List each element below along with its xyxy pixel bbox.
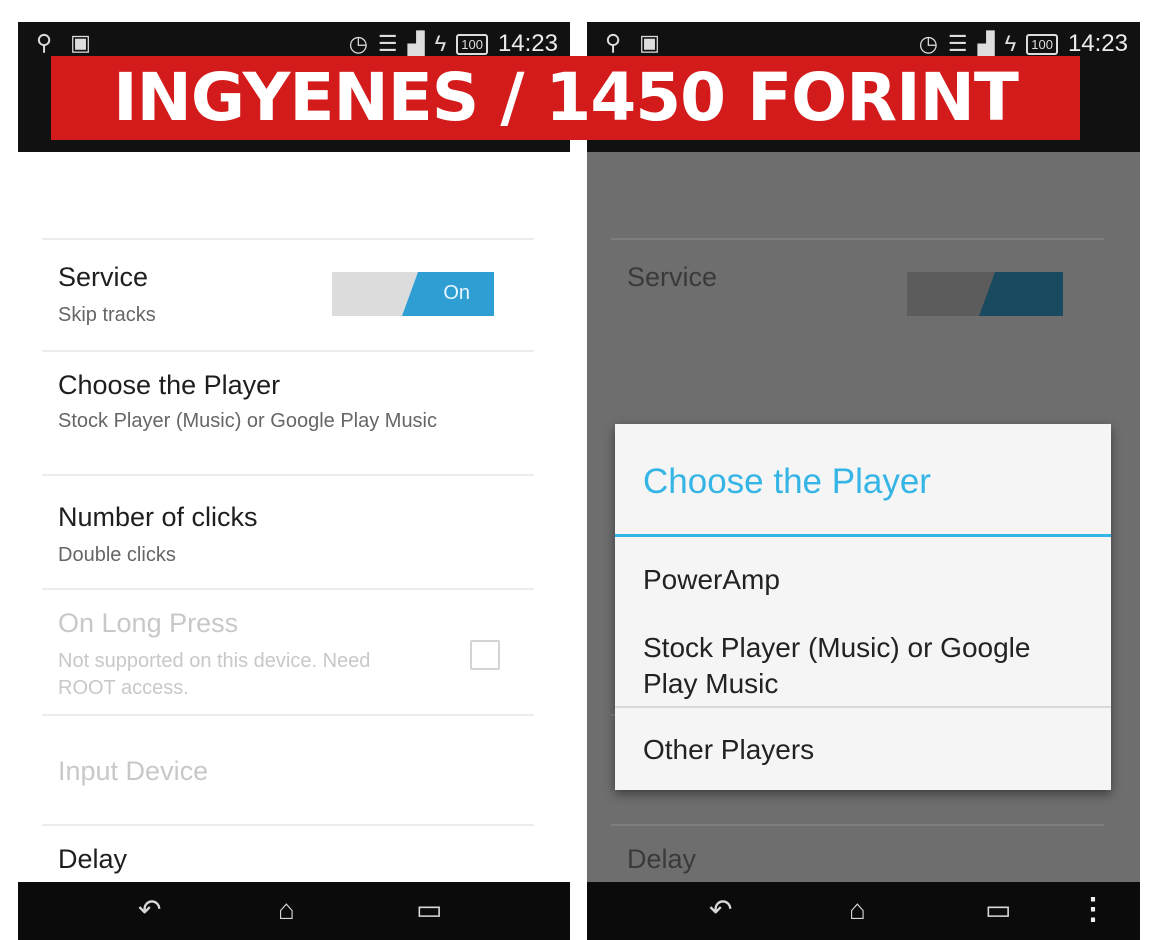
dialog-divider	[615, 706, 1111, 708]
dialog-option-poweramp[interactable]: PowerAmp	[643, 562, 1091, 598]
choose-player-dialog: Choose the Player PowerAmp Stock Player …	[615, 424, 1111, 790]
wifi-icon: ☰	[947, 31, 968, 56]
clock: 14:23	[497, 30, 558, 57]
long-press-title[interactable]: On Long Press	[58, 608, 238, 639]
number-of-clicks-title[interactable]: Number of clicks	[58, 502, 258, 533]
divider	[42, 238, 534, 240]
dialog-option-other-players[interactable]: Other Players	[643, 732, 1091, 768]
divider	[611, 238, 1104, 240]
back-icon[interactable]: ↶	[709, 895, 732, 925]
image-notification-icon: ▣	[639, 30, 660, 55]
divider	[42, 714, 534, 716]
long-press-checkbox[interactable]	[470, 640, 500, 670]
dialog-title-divider	[615, 534, 1111, 537]
divider	[42, 588, 534, 590]
navigation-bar: ↶ ⌂ ▭ ⋮	[587, 882, 1140, 940]
long-press-subtitle: Not supported on this device. Need ROOT …	[58, 650, 371, 699]
price-banner: INGYENES / 1450 FORINT	[51, 56, 1080, 140]
service-toggle	[907, 272, 1063, 316]
settings-list-dimmed: Service Input Device Delay Choose the Pl…	[587, 152, 1140, 882]
divider	[42, 474, 534, 476]
settings-list: Service Skip tracks On Choose the Player…	[18, 152, 570, 882]
dialog-option-stock-player[interactable]: Stock Player (Music) or Google Play Musi…	[643, 630, 1091, 702]
delay-title: Delay	[627, 844, 697, 874]
clock: 14:23	[1067, 30, 1128, 57]
overflow-menu-icon[interactable]: ⋮	[1078, 892, 1108, 927]
number-of-clicks-subtitle: Double clicks	[58, 544, 176, 566]
image-notification-icon: ▣	[70, 30, 91, 55]
choose-player-title[interactable]: Choose the Player	[58, 370, 280, 401]
usb-icon: ⚲	[36, 30, 53, 55]
service-toggle[interactable]: On	[332, 272, 494, 316]
banner-text: INGYENES / 1450 FORINT	[113, 59, 1019, 136]
dialog-title: Choose the Player	[643, 462, 931, 501]
alarm-icon: ◷	[918, 31, 938, 56]
phone-screen-dialog: ⚲ ▣ ◷ ☰ ▟ ϟ 100 14:23 Service Input Devi…	[587, 22, 1140, 940]
back-icon[interactable]: ↶	[138, 895, 161, 925]
recents-icon[interactable]: ▭	[416, 895, 442, 925]
home-icon[interactable]: ⌂	[278, 895, 295, 925]
navigation-bar: ↶ ⌂ ▭	[18, 882, 570, 940]
divider	[42, 350, 534, 352]
service-title: Service	[627, 262, 718, 292]
service-title[interactable]: Service	[58, 262, 148, 293]
signal-icon: ▟	[407, 31, 425, 56]
delay-title[interactable]: Delay	[58, 844, 127, 875]
input-device-title[interactable]: Input Device	[58, 756, 208, 787]
battery-icon: 100	[1026, 33, 1058, 55]
toggle-label: On	[443, 282, 470, 304]
recents-icon[interactable]: ▭	[985, 895, 1011, 925]
phone-screen-settings: ⚲ ▣ ◷ ☰ ▟ ϟ 100 14:23 Service Skip track…	[18, 22, 570, 940]
charging-icon: ϟ	[434, 31, 447, 56]
divider	[42, 824, 534, 826]
charging-icon: ϟ	[1004, 31, 1017, 56]
alarm-icon: ◷	[348, 31, 368, 56]
service-subtitle: Skip tracks	[58, 304, 156, 326]
signal-icon: ▟	[977, 31, 995, 56]
choose-player-subtitle: Stock Player (Music) or Google Play Musi…	[58, 410, 438, 432]
toggle-on-segment	[979, 272, 1063, 316]
wifi-icon: ☰	[377, 31, 398, 56]
battery-icon: 100	[456, 33, 488, 55]
usb-icon: ⚲	[605, 30, 622, 55]
divider	[611, 824, 1104, 826]
home-icon[interactable]: ⌂	[849, 895, 866, 925]
